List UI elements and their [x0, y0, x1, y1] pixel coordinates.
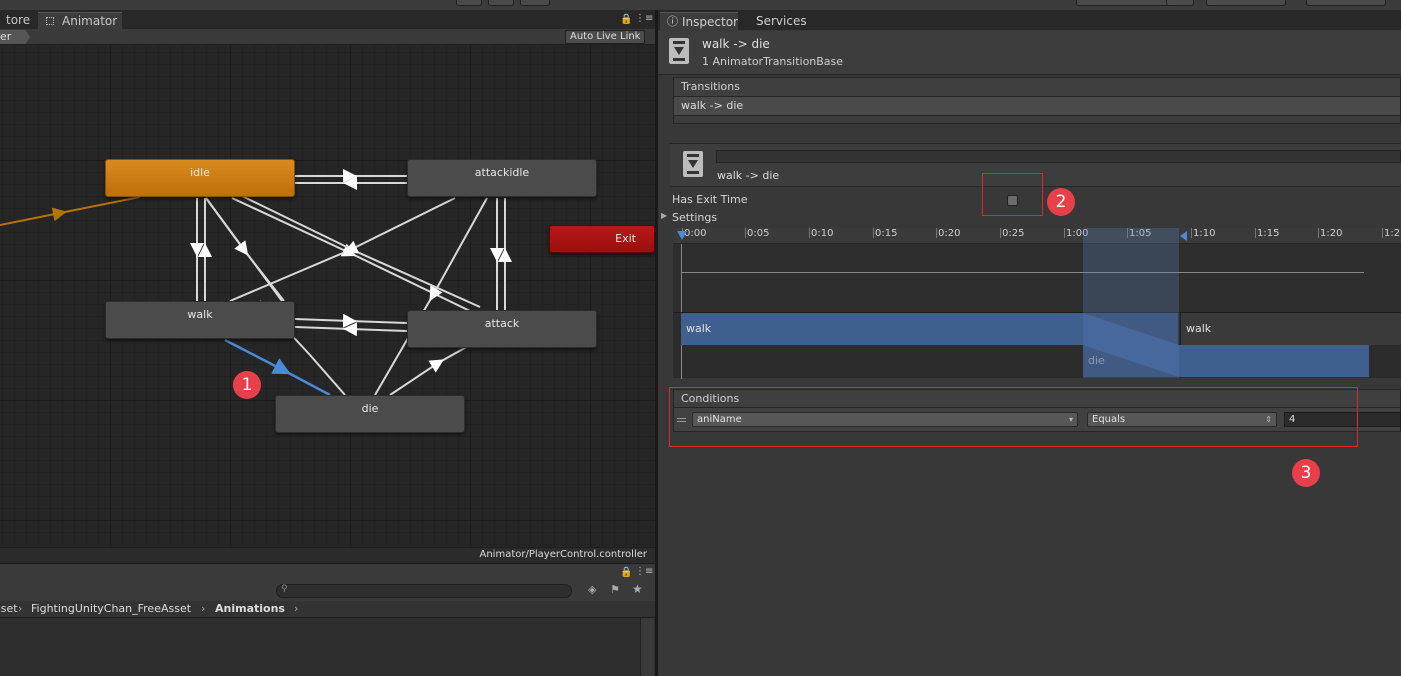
breadcrumb-separator-icon: ›: [201, 602, 206, 615]
tab-inspector[interactable]: ⓘ Inspector: [660, 12, 738, 30]
project-lock-icon[interactable]: 🔒: [620, 567, 632, 578]
tab-services[interactable]: Services: [750, 12, 813, 30]
transition-icon: [669, 38, 689, 64]
timeline-tick-label: 0:10: [811, 228, 834, 239]
has-exit-time-label: Has Exit Time: [672, 193, 748, 206]
state-machine-graph[interactable]: [0, 45, 655, 547]
controller-path: Animator/PlayerControl.controller: [479, 549, 648, 560]
playhead-line: [681, 244, 682, 312]
project-menu-icon[interactable]: ⋮≡: [635, 566, 653, 577]
timeline-tick: [1318, 228, 1319, 238]
animator-header: [0, 29, 655, 45]
timeline-tick-label: 0:05: [747, 228, 770, 239]
annotation-marker-2: 2: [1047, 188, 1075, 216]
tab-inspector-label: Inspector: [682, 15, 738, 29]
inspector-title: walk -> die: [702, 37, 770, 51]
tab-animator[interactable]: Animator: [38, 12, 122, 29]
filter-by-label-icon[interactable]: ⚑: [610, 583, 620, 596]
collab-button[interactable]: [1076, 0, 1170, 6]
annotation-box-conditions: [669, 387, 1358, 447]
animator-icon: [46, 17, 54, 25]
timeline-tick-label: 0:00: [684, 228, 707, 239]
timeline-curve-area[interactable]: [673, 244, 1401, 312]
project-breadcrumb: sset › FightingUnityChan_FreeAsset › Ani…: [0, 601, 655, 618]
breadcrumb-fighting-unitychan[interactable]: FightingUnityChan_FreeAsset: [31, 601, 191, 617]
transition-detail-icon: [683, 151, 703, 177]
timeline-tick: [745, 228, 746, 238]
has-exit-time-checkbox[interactable]: [1007, 195, 1018, 206]
transition-name-label: walk -> die: [717, 169, 780, 182]
timeline-tick: [1191, 228, 1192, 238]
transition-detail-arrow-icon: [688, 160, 698, 168]
clip-source-walk-tail[interactable]: walk: [1180, 313, 1401, 345]
timeline-tick-label: 1:2: [1384, 228, 1401, 239]
transitions-list-footer: [673, 116, 1401, 124]
settings-label[interactable]: Settings: [672, 211, 717, 224]
lock-icon[interactable]: 🔒: [620, 14, 632, 25]
timeline-tick: [873, 228, 874, 238]
inspector-subtitle: 1 AnimatorTransitionBase: [702, 55, 844, 68]
annotation-marker-1: 1: [233, 371, 261, 399]
timeline-tick: [1000, 228, 1001, 238]
timeline-ruler[interactable]: 0:00 0:05 0:10 0:15 0:20 0:25 1:00 1:05 …: [673, 228, 1401, 244]
panel-menu-icon[interactable]: ⋮≡: [635, 13, 653, 24]
project-search-input[interactable]: ⚲: [276, 584, 572, 598]
layers-button[interactable]: [1306, 0, 1386, 6]
graph-footer: Animator/PlayerControl.controller: [0, 547, 655, 563]
annotation-marker-3: 3: [1292, 459, 1320, 487]
timeline-tick-label: 0:20: [938, 228, 961, 239]
transition-selection-region[interactable]: [1083, 228, 1179, 378]
timeline-tick: [1064, 228, 1065, 238]
transition-arrow-icon: [674, 47, 684, 55]
timeline-tick-label: 0:25: [1002, 228, 1025, 239]
state-walk[interactable]: walk: [105, 301, 295, 339]
cloud-button[interactable]: [1166, 0, 1194, 6]
project-scrollbar[interactable]: [640, 618, 654, 676]
timeline-tick: [1382, 228, 1383, 238]
layer-breadcrumb[interactable]: er: [0, 30, 30, 44]
settings-foldout-icon[interactable]: ▶: [661, 211, 667, 220]
state-exit[interactable]: Exit: [549, 225, 655, 253]
info-icon: ⓘ: [667, 15, 678, 28]
timeline-tick-label: 1:10: [1193, 228, 1216, 239]
timeline-tick: [936, 228, 937, 238]
timeline-tick: [1255, 228, 1256, 238]
playhead-marker-icon[interactable]: [677, 231, 687, 240]
filter-by-type-icon[interactable]: ◈: [588, 583, 596, 596]
search-icon: ⚲: [281, 584, 288, 594]
timeline-tick-label: 1:20: [1320, 228, 1343, 239]
transition-end-marker-icon[interactable]: [1180, 231, 1187, 241]
timeline-curve: [681, 272, 1364, 273]
step-button[interactable]: [520, 0, 550, 6]
pause-button[interactable]: [488, 0, 514, 6]
breadcrumb-assets[interactable]: sset: [0, 601, 18, 617]
state-attackidle[interactable]: attackidle: [407, 159, 597, 197]
transitions-list-header: Transitions: [673, 77, 1401, 96]
breadcrumb-animations[interactable]: Animations: [215, 601, 285, 617]
state-idle[interactable]: idle: [105, 159, 295, 197]
account-button[interactable]: [1206, 0, 1286, 6]
tab-store[interactable]: tore: [0, 12, 36, 29]
auto-live-link-button[interactable]: Auto Live Link: [565, 30, 646, 44]
timeline-tick-label: 1:15: [1257, 228, 1280, 239]
timeline-tick: [809, 228, 810, 238]
state-attack[interactable]: attack: [407, 310, 597, 348]
transitions-list-item[interactable]: walk -> die: [673, 96, 1401, 116]
tab-animator-label: Animator: [62, 14, 118, 28]
favorites-star-icon[interactable]: ★: [632, 582, 643, 596]
transition-lines: [0, 169, 512, 397]
state-die[interactable]: die: [275, 395, 465, 433]
play-button[interactable]: [456, 0, 482, 6]
breadcrumb-separator-icon: ›: [18, 602, 23, 615]
project-assets-area[interactable]: [0, 618, 655, 676]
breadcrumb-separator-icon: ›: [294, 602, 299, 615]
transition-name-field[interactable]: [716, 150, 1401, 163]
timeline-tick-label: 0:15: [875, 228, 898, 239]
